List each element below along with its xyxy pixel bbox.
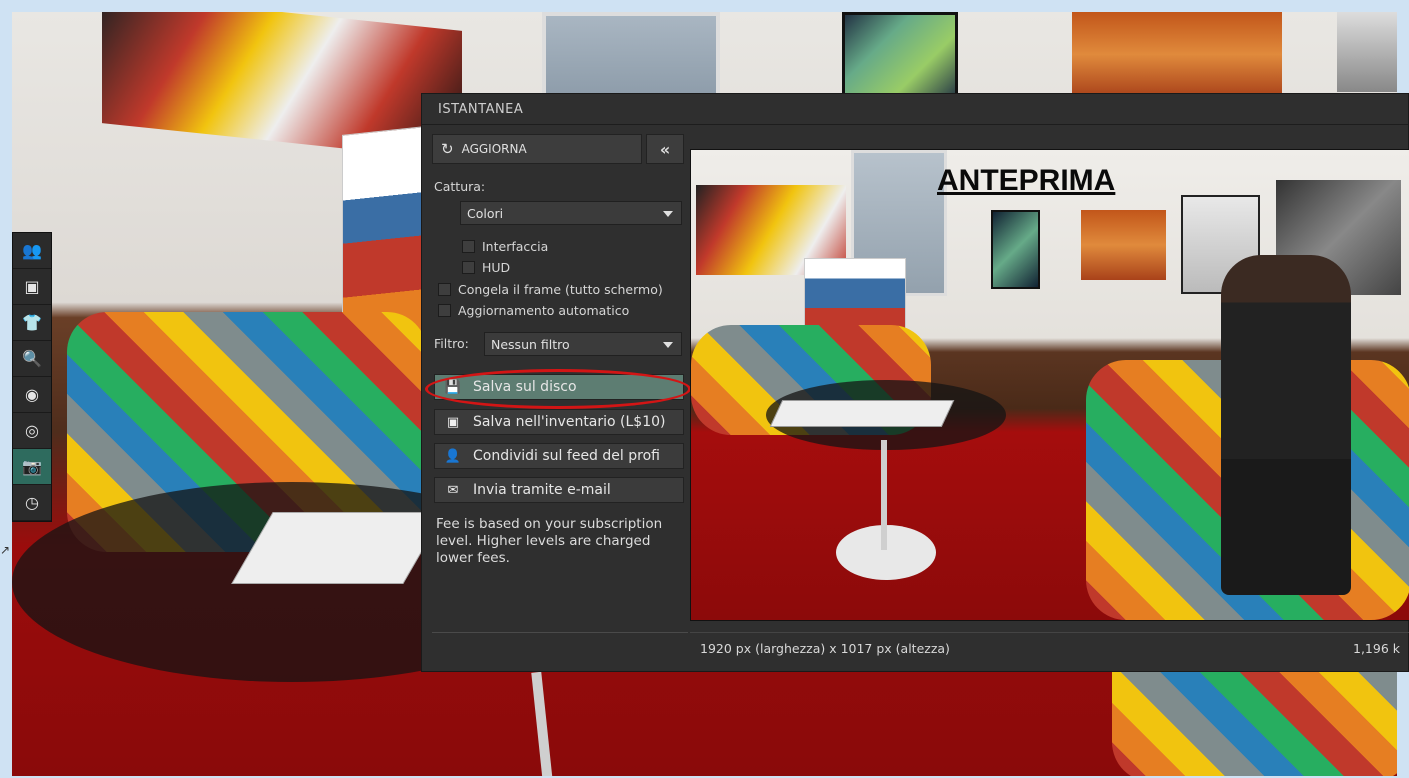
envelope-icon: ✉: [447, 482, 459, 498]
profile-icon: 👤: [444, 448, 462, 464]
map-icon[interactable]: ◉: [13, 377, 51, 413]
title-divider: [422, 124, 1408, 125]
capture-label: Cattura:: [434, 179, 486, 194]
save-to-disk-button[interactable]: 💾 Salva sul disco: [434, 374, 684, 400]
painting-orange: [1072, 12, 1282, 97]
send-email-label: Invia tramite e-mail: [473, 482, 611, 498]
send-email-button[interactable]: ✉ Invia tramite e-mail: [434, 477, 684, 503]
interface-checkbox[interactable]: Interfaccia: [462, 239, 548, 254]
checkbox-box: [438, 304, 451, 317]
filter-value: Nessun filtro: [491, 336, 570, 352]
save-disk-icon: 💾: [444, 379, 462, 395]
snapshot-preview[interactable]: ANTEPRIMA: [690, 149, 1409, 621]
save-to-inventory-button[interactable]: ▣ Salva nell'inventario (L$10): [434, 409, 684, 435]
collapse-button[interactable]: «: [646, 134, 684, 164]
image-size: 1,196 k: [1353, 641, 1400, 656]
people-icon[interactable]: 👥: [13, 233, 51, 269]
chevron-down-icon: [663, 342, 673, 348]
preview-painting-orange: [1081, 210, 1166, 280]
refresh-button[interactable]: ↻ AGGIORNA: [432, 134, 642, 164]
refresh-label: AGGIORNA: [461, 142, 527, 156]
fee-note: Fee is based on your subscription level.…: [436, 516, 663, 566]
hud-checkbox[interactable]: HUD: [462, 260, 510, 275]
refresh-icon: ↻: [441, 140, 454, 158]
interface-label: Interfaccia: [482, 239, 549, 254]
save-disk-label: Salva sul disco: [473, 379, 577, 395]
checkbox-box: [438, 283, 451, 296]
checkbox-box: [462, 261, 475, 274]
filter-select[interactable]: Nessun filtro: [484, 332, 682, 356]
share-feed-label: Condividi sul feed del profi: [473, 448, 660, 464]
painting-green: [842, 12, 958, 103]
voice-icon[interactable]: ◎: [13, 413, 51, 449]
preview-magazine: [769, 400, 955, 427]
chevron-down-icon: [663, 211, 673, 217]
hud-label: HUD: [482, 260, 511, 275]
capture-select[interactable]: Colori: [460, 201, 682, 225]
save-inventory-label: Salva nell'inventario (L$10): [473, 414, 666, 430]
inventory-icon: ▣: [446, 414, 460, 430]
checkbox-box: [462, 240, 475, 253]
freeze-frame-checkbox[interactable]: Congela il frame (tutto schermo): [438, 282, 663, 297]
double-chevron-left-icon: «: [659, 139, 671, 159]
preview-table-leg: [881, 440, 887, 550]
performance-icon[interactable]: ◷: [13, 485, 51, 521]
snapshot-icon[interactable]: 📷: [13, 449, 51, 485]
left-toolbar: 👥 ▣ 👕 🔍 ◉ ◎ 📷 ◷: [12, 232, 52, 522]
auto-update-checkbox[interactable]: Aggiornamento automatico: [438, 303, 629, 318]
filter-label: Filtro:: [434, 336, 469, 351]
preview-label: ANTEPRIMA: [937, 164, 1116, 197]
share-profile-feed-button[interactable]: 👤 Condividi sul feed del profi: [434, 443, 684, 469]
table-leg: [531, 671, 553, 776]
appearance-icon[interactable]: 👕: [13, 305, 51, 341]
preview-avatar: [1221, 255, 1351, 595]
capture-value: Colori: [467, 205, 504, 221]
painting-grey: [1337, 12, 1397, 92]
image-dimensions: 1920 px (larghezza) x 1017 px (altezza): [700, 641, 950, 656]
preview-statusbar: 1920 px (larghezza) x 1017 px (altezza) …: [690, 632, 1409, 664]
left-divider: [432, 632, 688, 633]
snapshot-panel: ISTANTANEA ↻ AGGIORNA « Cattura: Colori …: [421, 93, 1409, 672]
auto-update-label: Aggiornamento automatico: [458, 303, 630, 318]
search-icon[interactable]: 🔍: [13, 341, 51, 377]
panel-title: ISTANTANEA: [438, 102, 524, 117]
preview-painting-green: [991, 210, 1040, 289]
edge-marker: ↗: [0, 543, 11, 557]
inventory-icon[interactable]: ▣: [13, 269, 51, 305]
freeze-label: Congela il frame (tutto schermo): [458, 282, 663, 297]
